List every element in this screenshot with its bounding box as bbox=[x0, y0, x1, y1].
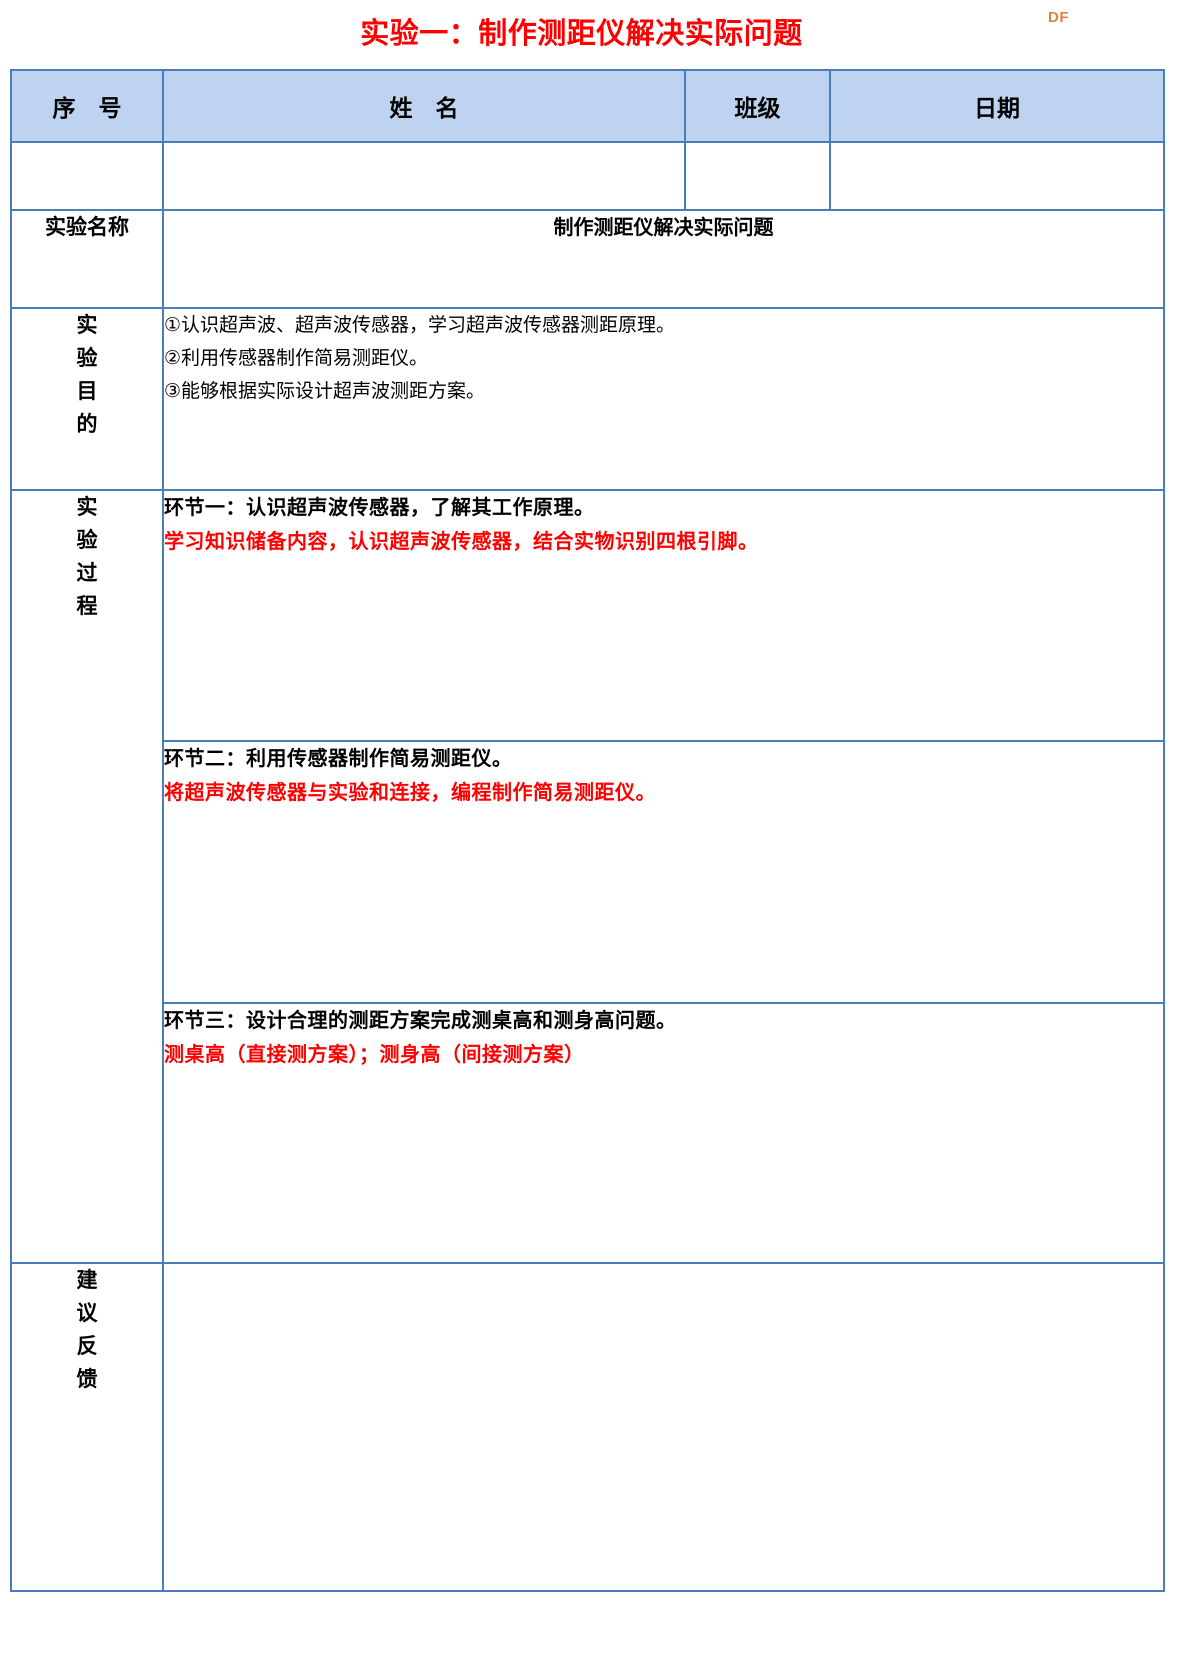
process-row-step-2: 环节二：利用传感器制作简易测距仪。 将超声波传感器与实验和连接，编程制作简易测距… bbox=[11, 740, 1165, 1004]
process-step-3-note: 测桌高（直接测方案）；测身高（间接测方案） bbox=[164, 1044, 585, 1066]
process-step-1-heading: 环节一：认识超声波传感器，了解其工作原理。 bbox=[164, 497, 595, 519]
objective-item-3: ③能够根据实际设计超声波测距方案。 bbox=[164, 381, 486, 402]
objective-item-2: ②利用传感器制作简易测距仪。 bbox=[164, 348, 429, 369]
objective-label-text: 实验目的 bbox=[76, 314, 98, 436]
process-step-2-heading: 环节二：利用传感器制作简易测距仪。 bbox=[164, 748, 513, 770]
process-step-2[interactable]: 环节二：利用传感器制作简易测距仪。 将超声波传感器与实验和连接，编程制作简易测距… bbox=[162, 740, 1165, 1004]
experiment-name-label: 实验名称 bbox=[10, 209, 164, 309]
process-row-step-1: 实验过程 环节一：认识超声波传感器，了解其工作原理。 学习知识储备内容，认识超声… bbox=[10, 489, 1165, 1264]
column-header-serial-label: 序 号 bbox=[52, 95, 122, 121]
objective-content: ①认识超声波、超声波传感器，学习超声波传感器测距原理。 ②利用传感器制作简易测距… bbox=[162, 307, 1165, 491]
worksheet-page: DF 实验一：制作测距仪解决实际问题 序 号 姓 名 班级 日期 实验名称 制作… bbox=[0, 0, 1200, 1657]
column-header-class-label: 班级 bbox=[734, 95, 781, 121]
date-input-cell[interactable] bbox=[829, 141, 1165, 211]
objective-row: 实验目的 ①认识超声波、超声波传感器，学习超声波传感器测距原理。 ②利用传感器制… bbox=[10, 307, 1165, 491]
process-step-2-note: 将超声波传感器与实验和连接，编程制作简易测距仪。 bbox=[164, 782, 656, 804]
process-step-1-note: 学习知识储备内容，认识超声波传感器，结合实物识别四根引脚。 bbox=[164, 531, 759, 553]
table-header-row: 序 号 姓 名 班级 日期 bbox=[10, 69, 1165, 143]
class-input-cell[interactable] bbox=[684, 141, 831, 211]
feedback-label: 建议反馈 bbox=[10, 1262, 164, 1592]
feedback-row: 建议反馈 bbox=[10, 1262, 1165, 1592]
column-header-name: 姓 名 bbox=[162, 69, 686, 143]
experiment-record-table: 序 号 姓 名 班级 日期 实验名称 制作测距仪解决实际问题 实验目的 ①认识超… bbox=[10, 69, 1165, 1592]
column-header-date: 日期 bbox=[829, 69, 1165, 143]
column-header-date-label: 日期 bbox=[974, 95, 1020, 121]
objective-item-1: ①认识超声波、超声波传感器，学习超声波传感器测距原理。 bbox=[164, 315, 676, 336]
process-step-3-heading: 环节三：设计合理的测距方案完成测桌高和测身高问题。 bbox=[164, 1010, 677, 1032]
column-header-serial: 序 号 bbox=[10, 69, 164, 143]
experiment-name-row: 实验名称 制作测距仪解决实际问题 bbox=[10, 209, 1165, 309]
process-label: 实验过程 bbox=[10, 489, 164, 1264]
process-step-1[interactable]: 环节一：认识超声波传感器，了解其工作原理。 学习知识储备内容，认识超声波传感器，… bbox=[162, 489, 1165, 742]
page-title: 实验一：制作测距仪解决实际问题 bbox=[360, 18, 803, 50]
column-header-name-label: 姓 名 bbox=[389, 95, 459, 121]
feedback-label-text: 建议反馈 bbox=[76, 1269, 98, 1391]
feedback-input-cell[interactable] bbox=[162, 1262, 1165, 1592]
serial-input-cell[interactable] bbox=[10, 141, 164, 211]
process-row-step-3: 环节三：设计合理的测距方案完成测桌高和测身高问题。 测桌高（直接测方案）；测身高… bbox=[11, 1002, 1165, 1264]
experiment-name-value: 制作测距仪解决实际问题 bbox=[162, 209, 1165, 309]
table-entry-row bbox=[10, 141, 1165, 211]
process-label-text: 实验过程 bbox=[76, 496, 98, 618]
objective-label: 实验目的 bbox=[10, 307, 164, 491]
name-input-cell[interactable] bbox=[162, 141, 686, 211]
process-step-3[interactable]: 环节三：设计合理的测距方案完成测桌高和测身高问题。 测桌高（直接测方案）；测身高… bbox=[162, 1002, 1165, 1264]
column-header-class: 班级 bbox=[684, 69, 831, 143]
